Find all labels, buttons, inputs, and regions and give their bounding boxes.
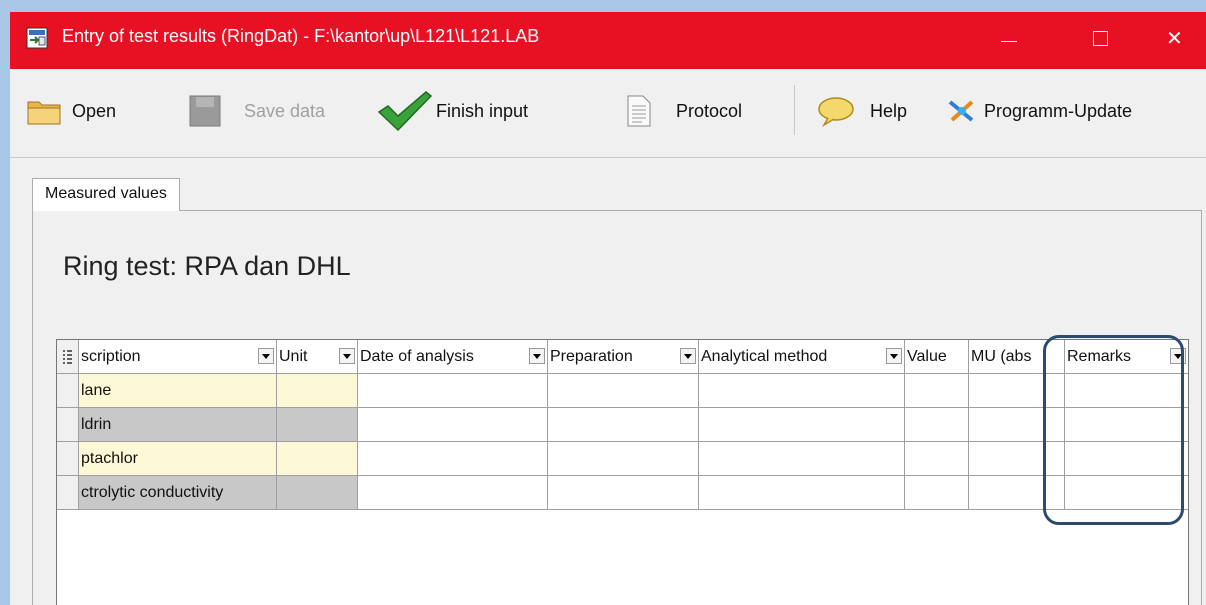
column-header-label: scription: [81, 348, 141, 365]
unit-cell[interactable]: [277, 442, 358, 476]
chevron-down-icon[interactable]: [339, 348, 355, 364]
help-label: Help: [870, 100, 908, 121]
close-icon: ✕: [1166, 28, 1183, 50]
window-title: Entry of test results (RingDat) - F:\kan…: [62, 26, 540, 46]
row-selector-header[interactable]: [57, 340, 79, 374]
method-cell[interactable]: [699, 476, 905, 510]
chevron-down-icon[interactable]: [1170, 348, 1186, 364]
open-button[interactable]: Open: [26, 83, 116, 139]
speech-bubble-icon: [818, 97, 854, 127]
column-header-unit[interactable]: Unit: [277, 340, 358, 374]
save-icon: [189, 95, 221, 127]
column-chooser-icon: [63, 350, 72, 364]
maximize-button[interactable]: [1070, 12, 1130, 69]
finish-input-label: Finish input: [436, 100, 529, 121]
finish-input-button[interactable]: Finish input: [376, 83, 528, 139]
date-cell[interactable]: [358, 442, 548, 476]
preparation-cell[interactable]: [548, 408, 699, 442]
chevron-down-icon[interactable]: [680, 348, 696, 364]
open-label: Open: [72, 100, 117, 121]
close-button[interactable]: ✕: [1146, 12, 1206, 69]
column-header-label: Preparation: [550, 348, 633, 365]
tab-measured-values[interactable]: Measured values: [32, 178, 180, 211]
method-cell[interactable]: [699, 408, 905, 442]
remarks-cell[interactable]: [1065, 408, 1188, 442]
minimize-button[interactable]: [978, 12, 1038, 69]
row-selector[interactable]: [57, 476, 79, 510]
remarks-cell[interactable]: [1065, 374, 1188, 408]
folder-icon: [27, 101, 61, 125]
column-header-label: MU (abs: [971, 348, 1032, 365]
toolbar-separator: [794, 85, 795, 135]
checkmark-icon: [377, 91, 432, 132]
preparation-cell[interactable]: [548, 476, 699, 510]
title-bar[interactable]: Entry of test results (RingDat) - F:\kan…: [10, 12, 1206, 69]
method-cell[interactable]: [699, 442, 905, 476]
column-header-label: Value: [907, 348, 947, 365]
app-icon: [26, 27, 48, 49]
protocol-button[interactable]: Protocol: [626, 83, 742, 139]
column-header-analytical-method[interactable]: Analytical method: [699, 340, 905, 374]
column-header-preparation[interactable]: Preparation: [548, 340, 699, 374]
mu-cell[interactable]: [969, 408, 1065, 442]
row-selector[interactable]: [57, 408, 79, 442]
unit-cell[interactable]: [277, 408, 358, 442]
description-cell[interactable]: ctrolytic conductivity: [79, 476, 277, 510]
date-cell[interactable]: [358, 476, 548, 510]
document-icon: [627, 95, 651, 127]
toolbar: Open Save data Finish input Protocol Hel…: [10, 69, 1206, 158]
value-cell[interactable]: [905, 374, 969, 408]
value-cell[interactable]: [905, 442, 969, 476]
save-data-label: Save data: [244, 100, 326, 121]
description-cell[interactable]: ptachlor: [79, 442, 277, 476]
help-button[interactable]: Help: [816, 83, 907, 139]
app-window: Entry of test results (RingDat) - F:\kan…: [10, 12, 1206, 605]
unit-cell[interactable]: [277, 476, 358, 510]
chevron-down-icon[interactable]: [886, 348, 902, 364]
tab-panel: Ring test: RPA dan DHL scription Unit Da…: [32, 210, 1202, 605]
remarks-cell[interactable]: [1065, 442, 1188, 476]
column-header-label: Remarks: [1067, 348, 1132, 365]
column-header-value[interactable]: Value: [905, 340, 969, 374]
method-cell[interactable]: [699, 374, 905, 408]
column-header-remarks[interactable]: Remarks: [1065, 340, 1188, 374]
value-cell[interactable]: [905, 476, 969, 510]
date-cell[interactable]: [358, 408, 548, 442]
protocol-label: Protocol: [676, 100, 743, 121]
column-header-label: Date of analysis: [360, 348, 474, 365]
mu-cell[interactable]: [969, 476, 1065, 510]
row-selector[interactable]: [57, 442, 79, 476]
preparation-cell[interactable]: [548, 442, 699, 476]
description-cell[interactable]: lane: [79, 374, 277, 408]
column-header-mu[interactable]: MU (abs: [969, 340, 1065, 374]
programm-update-label: Programm-Update: [984, 100, 1133, 121]
preparation-cell[interactable]: [548, 374, 699, 408]
remarks-cell[interactable]: [1065, 476, 1188, 510]
column-header-description[interactable]: scription: [79, 340, 277, 374]
results-grid[interactable]: scription Unit Date of analysis Preparat…: [56, 339, 1189, 605]
mu-cell[interactable]: [969, 374, 1065, 408]
programm-update-button[interactable]: Programm-Update: [946, 83, 1132, 139]
content-area: Measured values Ring test: RPA dan DHL s…: [10, 158, 1206, 605]
column-header-date-of-analysis[interactable]: Date of analysis: [358, 340, 548, 374]
unit-cell[interactable]: [277, 374, 358, 408]
value-cell[interactable]: [905, 408, 969, 442]
mu-cell[interactable]: [969, 442, 1065, 476]
chevron-down-icon[interactable]: [258, 348, 274, 364]
column-header-label: Analytical method: [701, 348, 828, 365]
date-cell[interactable]: [358, 374, 548, 408]
chevron-down-icon[interactable]: [529, 348, 545, 364]
page-title: Ring test: RPA dan DHL: [63, 251, 351, 281]
column-header-label: Unit: [279, 348, 308, 365]
update-icon: [948, 100, 974, 122]
row-selector[interactable]: [57, 374, 79, 408]
save-data-button[interactable]: Save data: [188, 83, 325, 139]
description-cell[interactable]: ldrin: [79, 408, 277, 442]
